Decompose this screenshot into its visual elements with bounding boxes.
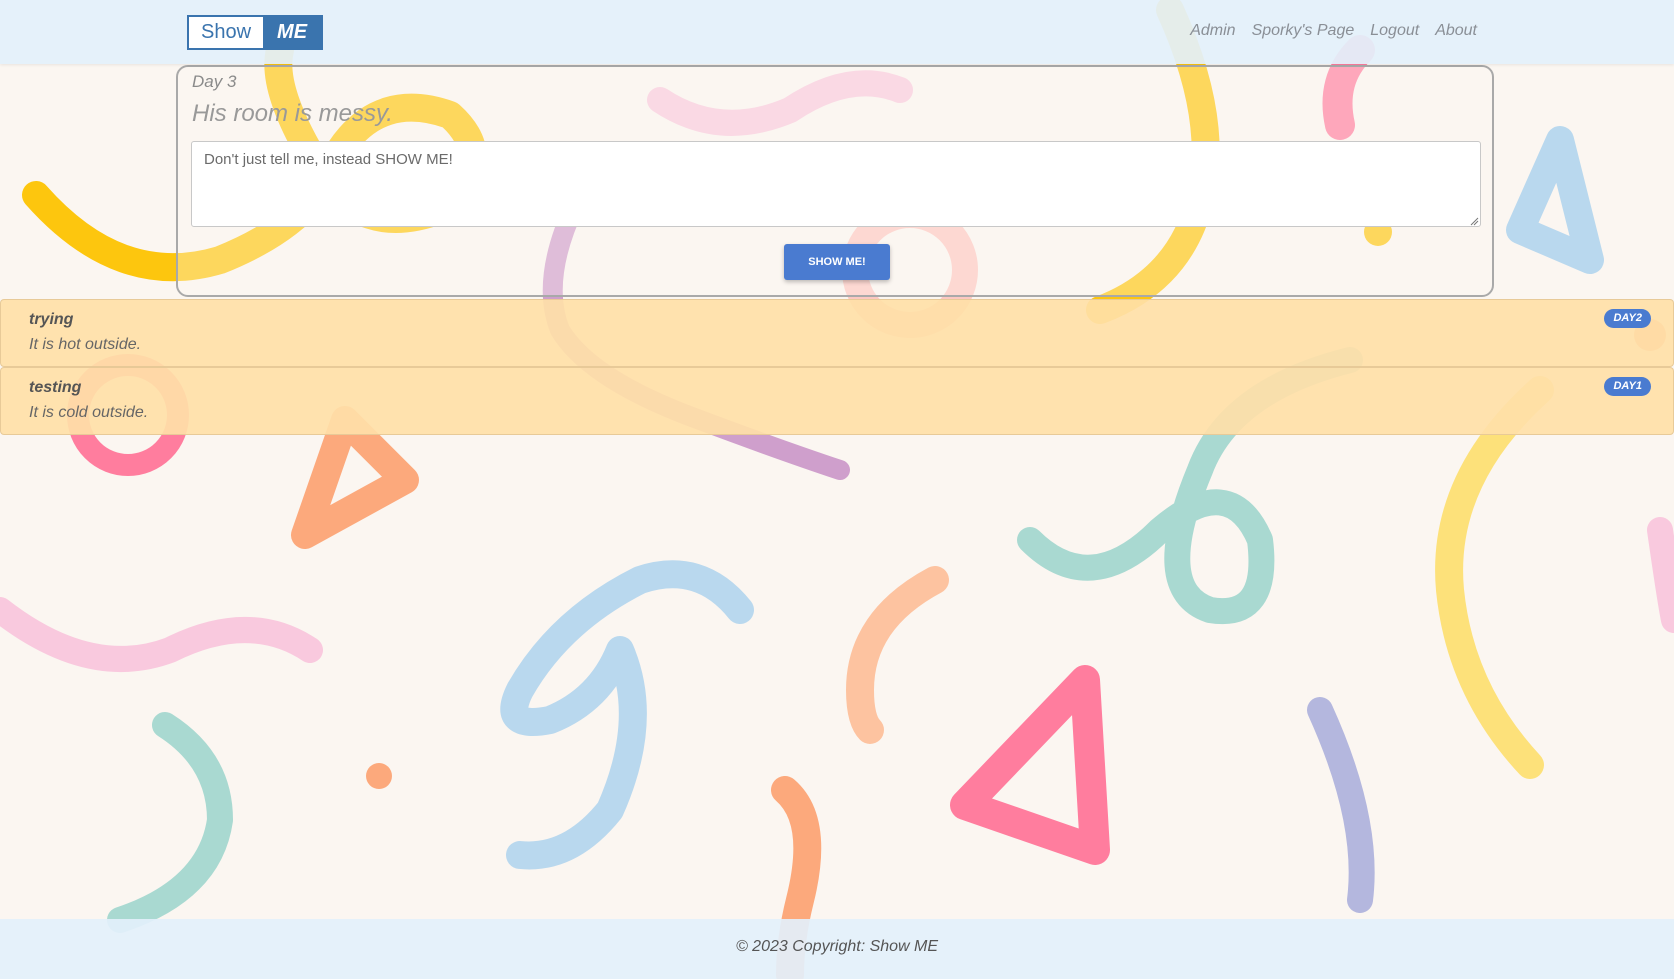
entry-title: testing	[29, 379, 82, 396]
top-navbar: Show ME Admin Sporky's Page Logout About	[0, 0, 1674, 64]
resize-grip-icon[interactable]	[1469, 216, 1479, 226]
page-footer: © 2023 Copyright: Show ME	[0, 919, 1674, 979]
brand-show-text: Show	[189, 17, 264, 48]
entries-list: trying It is hot outside. DAY2 testing I…	[0, 299, 1674, 435]
day-badge: DAY2	[1604, 309, 1651, 328]
entry-title: trying	[29, 311, 74, 328]
list-item[interactable]: trying It is hot outside. DAY2	[0, 299, 1674, 367]
entry-text: It is hot outside.	[29, 336, 142, 353]
entry-textarea[interactable]	[191, 141, 1481, 227]
nav-link-sporkys-page[interactable]: Sporky's Page	[1252, 22, 1355, 40]
brand-me-text: ME	[263, 17, 322, 48]
list-item[interactable]: testing It is cold outside. DAY1	[0, 367, 1674, 435]
day-badge: DAY1	[1604, 377, 1651, 396]
prompt-card: Day 3 His room is messy. SHOW ME!	[176, 65, 1494, 297]
brand-logo[interactable]: Show ME	[187, 15, 324, 50]
footer-copyright: © 2023 Copyright: Show ME	[735, 938, 939, 955]
prompt-text: His room is messy.	[192, 100, 393, 127]
entry-text: It is cold outside.	[29, 404, 149, 421]
nav-link-logout[interactable]: Logout	[1370, 22, 1419, 40]
show-me-button[interactable]: SHOW ME!	[784, 244, 890, 280]
nav-links: Admin Sporky's Page Logout About	[1190, 22, 1477, 40]
nav-link-about[interactable]: About	[1435, 22, 1477, 40]
nav-link-admin[interactable]: Admin	[1190, 22, 1235, 40]
prompt-day-label: Day 3	[192, 72, 237, 91]
